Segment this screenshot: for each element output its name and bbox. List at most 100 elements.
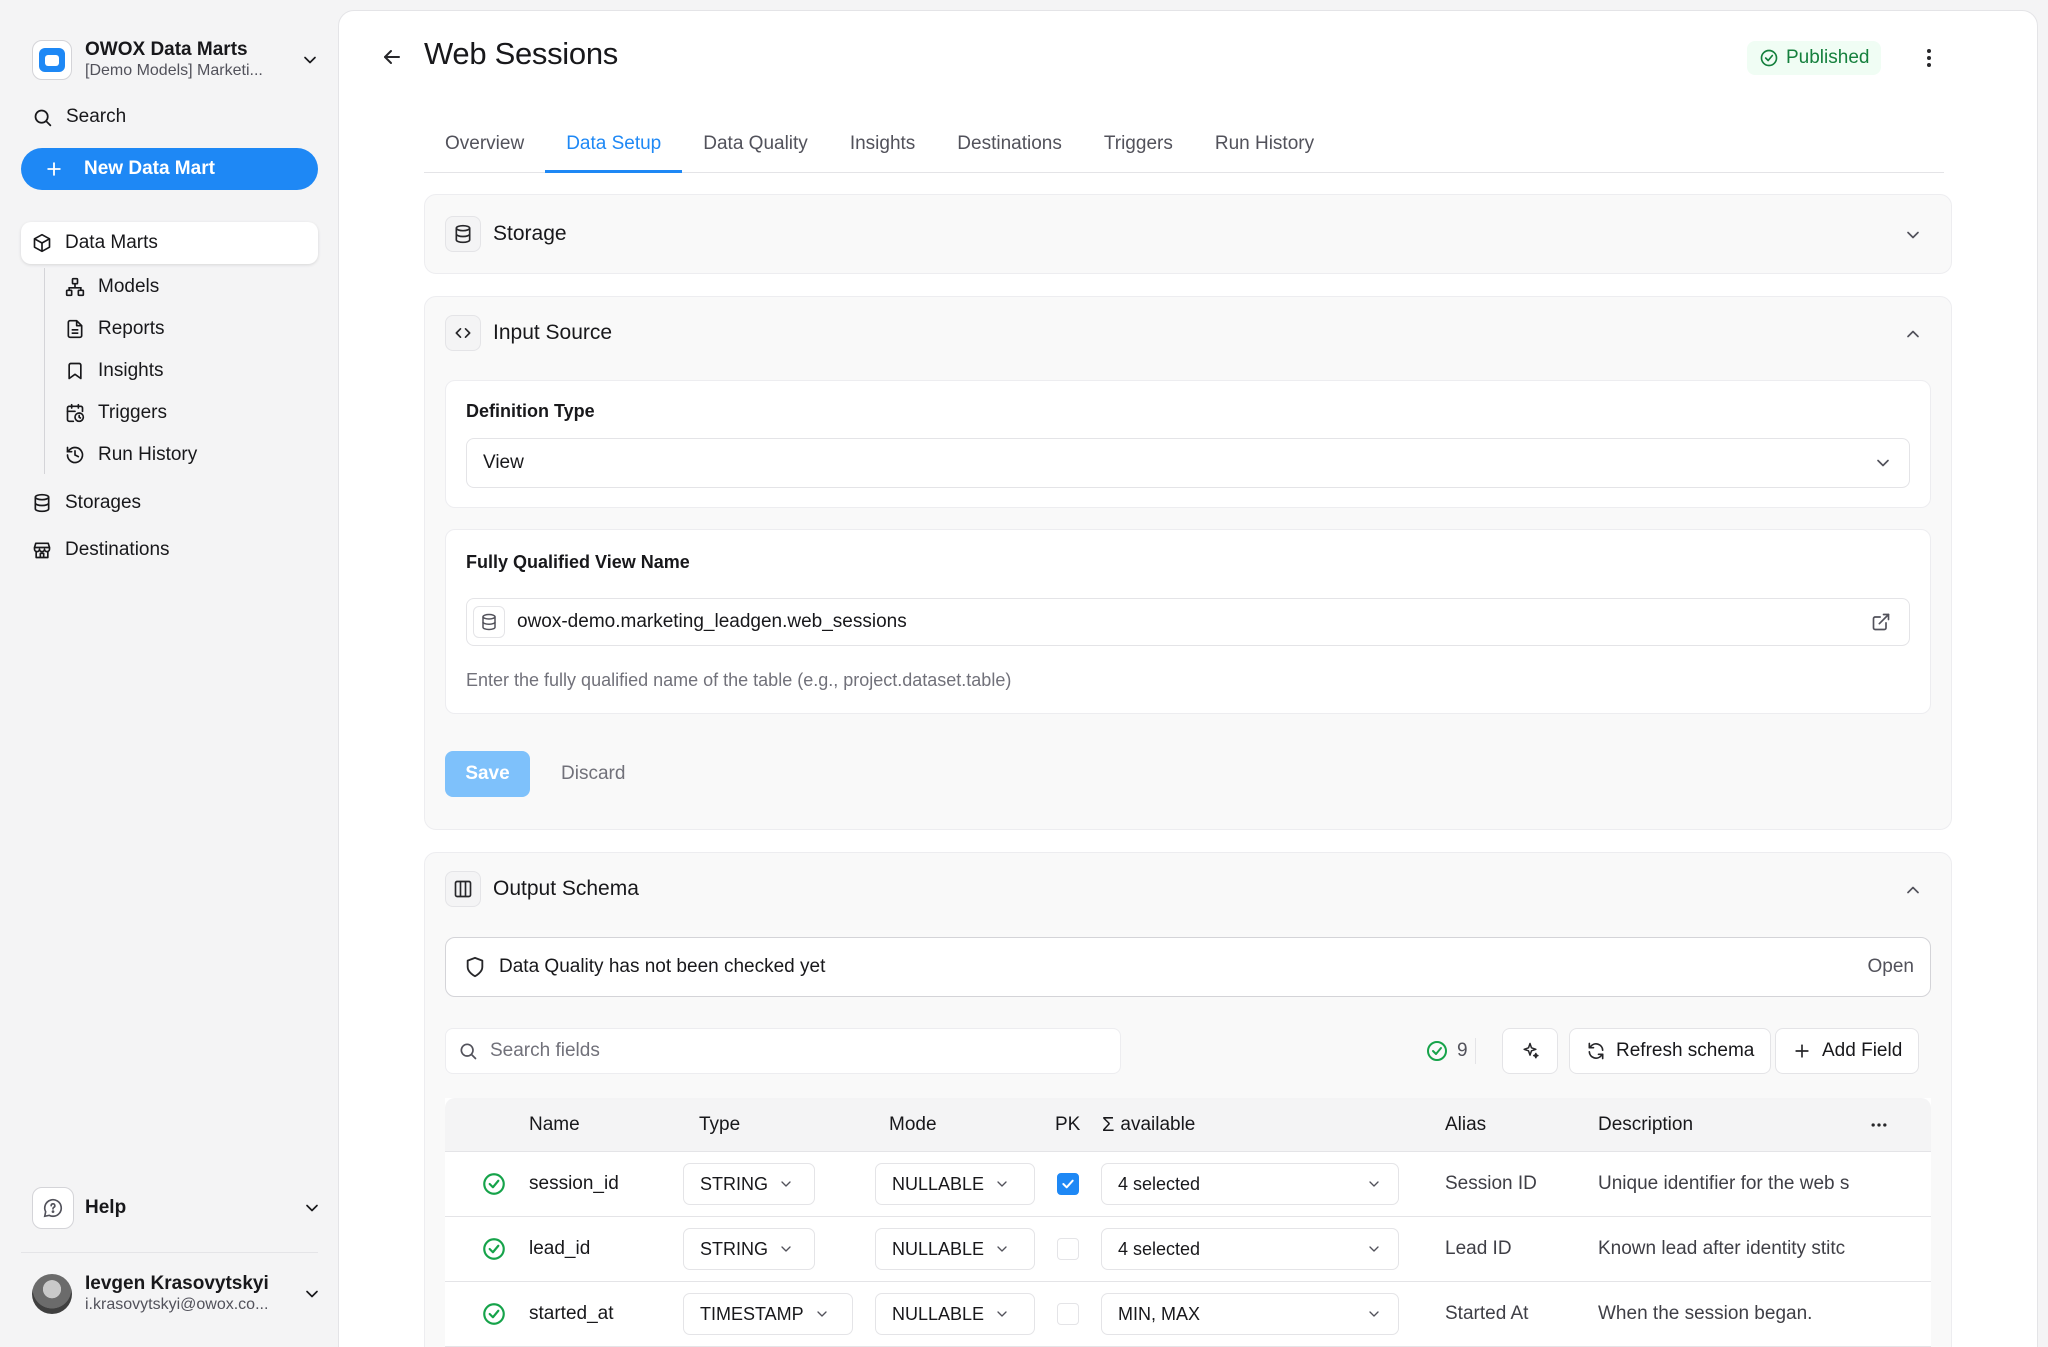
project-switcher[interactable]: OWOX Data Marts [Demo Models] Marketi... <box>32 32 320 88</box>
new-data-mart-button[interactable]: New Data Mart <box>21 148 318 190</box>
sidebar-item-reports[interactable]: Reports <box>65 314 165 344</box>
sidebar-search[interactable]: Search <box>32 102 126 132</box>
toolbar-divider <box>1475 1038 1476 1064</box>
help-menu[interactable]: Help <box>32 1186 322 1230</box>
chevron-down-icon <box>1873 453 1893 473</box>
col-aggregation[interactable]: Σ available <box>1102 1098 1195 1152</box>
pk-checkbox[interactable] <box>1057 1173 1079 1195</box>
field-name: started_at <box>529 1303 614 1324</box>
cube-icon <box>32 233 52 253</box>
field-description[interactable]: Unique identifier for the web s <box>1598 1152 1854 1216</box>
tab-data-quality[interactable]: Data Quality <box>682 115 829 172</box>
sidebar-search-label: Search <box>66 106 127 127</box>
data-quality-banner: Data Quality has not been checked yet Op… <box>445 937 1931 997</box>
input-source-icon-box <box>445 315 481 351</box>
fqn-label: Fully Qualified View Name <box>466 552 690 572</box>
back-arrow-icon[interactable] <box>380 45 404 69</box>
tab-data-setup[interactable]: Data Setup <box>545 115 683 173</box>
sidebar-item-models[interactable]: Models <box>65 272 159 302</box>
calendar-clock-icon <box>65 403 85 423</box>
field-alias[interactable]: Session ID <box>1445 1152 1537 1216</box>
sidebar-item-label: Triggers <box>98 402 167 423</box>
field-alias[interactable]: Lead ID <box>1445 1217 1512 1281</box>
search-fields-placeholder: Search fields <box>490 1040 600 1061</box>
col-type[interactable]: Type <box>699 1098 740 1152</box>
chevron-up-icon[interactable] <box>1903 324 1923 344</box>
sidebar-item-run-history[interactable]: Run History <box>65 440 197 470</box>
tab-insights[interactable]: Insights <box>829 115 936 172</box>
definition-type-select[interactable]: View <box>466 438 1910 488</box>
aggregation-value: 4 selected <box>1118 1238 1201 1259</box>
more-vertical-icon[interactable] <box>1917 43 1941 73</box>
network-icon <box>65 277 85 297</box>
field-alias[interactable]: Started At <box>1445 1282 1528 1346</box>
refresh-schema-button[interactable]: Refresh schema <box>1569 1028 1772 1074</box>
sidebar-item-data-marts[interactable]: Data Marts <box>21 222 318 264</box>
chevron-down-icon <box>302 1198 322 1218</box>
external-link-icon[interactable] <box>1871 612 1891 632</box>
mode-select[interactable]: NULLABLE <box>875 1163 1035 1205</box>
type-select[interactable]: STRING <box>683 1228 815 1270</box>
save-button[interactable]: Save <box>445 751 530 797</box>
field-description[interactable]: When the session began. <box>1598 1282 1854 1346</box>
schema-table: Name Type Mode PK Σ available Alias Desc… <box>445 1098 1931 1347</box>
sidebar-item-storages[interactable]: Storages <box>32 488 141 518</box>
sidebar-item-destinations[interactable]: Destinations <box>32 535 170 565</box>
discard-button[interactable]: Discard <box>561 751 625 797</box>
output-schema-header[interactable]: Output Schema <box>445 870 639 908</box>
data-quality-open-link[interactable]: Open <box>1868 956 1914 978</box>
sidebar-item-insights[interactable]: Insights <box>65 356 163 386</box>
table-row[interactable]: started_at TIMESTAMP NULLABLE MIN, MAX S… <box>445 1282 1931 1347</box>
tab-triggers[interactable]: Triggers <box>1083 115 1194 172</box>
chevron-down-icon[interactable] <box>1903 225 1923 245</box>
field-description[interactable]: Known lead after identity stitc <box>1598 1217 1854 1281</box>
table-row[interactable]: lead_id STRING NULLABLE 4 selected Lead … <box>445 1217 1931 1282</box>
plus-icon <box>1792 1041 1812 1061</box>
aggregation-select[interactable]: 4 selected <box>1101 1228 1399 1270</box>
chevron-down-icon <box>1366 1306 1382 1322</box>
col-mode[interactable]: Mode <box>889 1098 937 1152</box>
table-row[interactable]: session_id STRING NULLABLE 4 selected Se… <box>445 1152 1931 1217</box>
chevron-up-icon[interactable] <box>1903 880 1923 900</box>
chevron-down-icon <box>994 1241 1010 1257</box>
storage-section[interactable]: Storage <box>424 194 1952 274</box>
col-pk[interactable]: PK <box>1055 1098 1080 1152</box>
schema-table-header: Name Type Mode PK Σ available Alias Desc… <box>445 1098 1931 1152</box>
type-select[interactable]: STRING <box>683 1163 815 1205</box>
aggregation-select[interactable]: MIN, MAX <box>1101 1293 1399 1335</box>
aggregation-select[interactable]: 4 selected <box>1101 1163 1399 1205</box>
tab-run-history[interactable]: Run History <box>1194 115 1335 172</box>
col-name[interactable]: Name <box>529 1098 580 1152</box>
user-email: i.krasovytskyi@owox.co... <box>85 1296 269 1313</box>
sidebar-item-label: Storages <box>65 492 142 513</box>
mode-select[interactable]: NULLABLE <box>875 1293 1035 1335</box>
page-title: Web Sessions <box>424 36 618 71</box>
mode-select[interactable]: NULLABLE <box>875 1228 1035 1270</box>
type-value: TIMESTAMP <box>700 1303 804 1324</box>
owox-logo <box>32 40 72 80</box>
pk-checkbox[interactable] <box>1057 1303 1079 1325</box>
tab-destinations[interactable]: Destinations <box>936 115 1083 172</box>
user-menu[interactable]: Ievgen Krasovytskyi i.krasovytskyi@owox.… <box>32 1272 322 1316</box>
add-field-button[interactable]: Add Field <box>1775 1028 1920 1074</box>
chevron-down-icon <box>1366 1241 1382 1257</box>
search-icon <box>32 107 53 128</box>
sidebar-divider <box>21 1252 318 1253</box>
pk-checkbox[interactable] <box>1057 1238 1079 1260</box>
type-value: STRING <box>700 1238 769 1259</box>
ai-sparkles-button[interactable] <box>1502 1028 1558 1074</box>
search-fields-input[interactable]: Search fields <box>445 1028 1121 1074</box>
columns-more-icon[interactable] <box>1869 1098 1889 1152</box>
input-source-header[interactable]: Input Source <box>445 314 612 352</box>
type-select[interactable]: TIMESTAMP <box>683 1293 853 1335</box>
tab-overview[interactable]: Overview <box>424 115 545 172</box>
sidebar-item-triggers[interactable]: Triggers <box>65 398 167 428</box>
fqn-input[interactable]: owox-demo.marketing_leadgen.web_sessions <box>466 598 1910 646</box>
aggregation-value: 4 selected <box>1118 1173 1201 1194</box>
storage-section-header: Storage <box>445 215 567 253</box>
field-count-value: 9 <box>1457 1040 1468 1061</box>
avatar <box>32 1274 72 1314</box>
col-description[interactable]: Description <box>1598 1098 1693 1152</box>
row-status <box>481 1217 507 1281</box>
col-alias[interactable]: Alias <box>1445 1098 1486 1152</box>
